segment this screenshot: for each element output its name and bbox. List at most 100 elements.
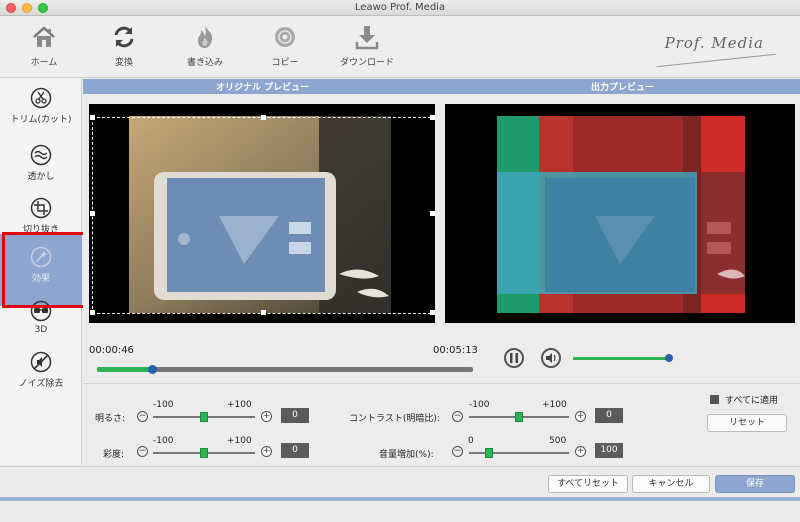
brand-logo: Prof. Media [664, 34, 764, 52]
crop-handle-bottom[interactable] [261, 310, 266, 315]
pause-icon [510, 353, 518, 363]
saturation-increase-button[interactable]: + [261, 446, 272, 457]
reset-button[interactable]: リセット [707, 414, 787, 432]
brightness-label: 明るさ: [95, 414, 126, 424]
brightness-max-label: +100 [227, 400, 252, 410]
effect-highlight-box [2, 232, 92, 308]
speaker-icon [546, 353, 556, 363]
sidebar-item-watermark[interactable]: 透かし [0, 136, 82, 196]
saturation-max-label: +100 [227, 436, 252, 446]
toolbar-burn-label: 書き込み [186, 58, 223, 68]
sidebar-item-noise-removal[interactable]: ノイズ除去 [0, 343, 82, 403]
crop-frame[interactable] [92, 117, 435, 314]
progress-knob[interactable] [147, 365, 157, 374]
brightness-increase-button[interactable]: + [261, 411, 272, 422]
brightness-slider[interactable] [153, 412, 255, 422]
output-video-frame [497, 116, 745, 313]
disc-copy-icon [275, 27, 295, 47]
contrast-max-label: +100 [542, 400, 567, 410]
saturation-label: 彩度: [103, 450, 125, 460]
contrast-slider[interactable] [469, 412, 569, 422]
volume-boost-increase-button[interactable]: + [575, 446, 586, 457]
effect-controls: 明るさ: -100 +100 − + 0 彩度: -100 +100 − + 0… [83, 385, 800, 465]
title-bar: Leawo Prof. Media [0, 0, 800, 16]
crop-handle-left[interactable] [90, 211, 95, 216]
total-time: 00:05:13 [433, 345, 478, 356]
crop-handle-bottom-left[interactable] [90, 310, 95, 315]
preview-header: オリジナル プレビュー 出力プレビュー [83, 79, 800, 94]
playback-bar: 00:00:46 00:05:13 [83, 334, 800, 384]
sidebar-label-watermark: 透かし [27, 172, 55, 182]
contrast-value[interactable]: 0 [595, 408, 623, 423]
volume-boost-value[interactable]: 100 [595, 443, 623, 458]
contrast-min-label: -100 [469, 400, 490, 410]
brightness-value[interactable]: 0 [281, 408, 309, 423]
sidebar-label-noise-removal: ノイズ除去 [18, 379, 64, 389]
noise-removal-icon [30, 351, 52, 373]
toolbar-convert-button[interactable]: 変換 [92, 24, 156, 68]
original-preview-pane [89, 104, 435, 323]
sidebar-item-trim[interactable]: トリム(カット) [0, 79, 82, 139]
volume-boost-decrease-button[interactable]: − [452, 446, 463, 457]
progress-track[interactable] [97, 365, 473, 374]
reset-all-button[interactable]: すべてリセット [548, 475, 628, 493]
volume-boost-knob[interactable] [485, 448, 493, 458]
brightness-decrease-button[interactable]: − [137, 411, 148, 422]
brand-underline [656, 53, 776, 68]
volume-button[interactable] [541, 348, 561, 368]
original-preview-label: オリジナル プレビュー [216, 83, 310, 93]
crop-icon [30, 197, 52, 219]
toolbar-burn-button[interactable]: 書き込み [173, 24, 237, 68]
contrast-knob[interactable] [515, 412, 523, 422]
progress-fill [97, 367, 152, 372]
saturation-min-label: -100 [153, 436, 174, 446]
toolbar-home-label: ホーム [30, 58, 58, 68]
saturation-slider[interactable] [153, 448, 255, 458]
contrast-label: コントラスト(明暗比): [349, 414, 440, 424]
crop-handle-top-right[interactable] [430, 115, 435, 120]
saturation-knob[interactable] [200, 448, 208, 458]
crop-handle-bottom-right[interactable] [430, 310, 435, 315]
scissors-icon [30, 87, 52, 109]
saturation-value[interactable]: 0 [281, 443, 309, 458]
toolbar-download-button[interactable]: ダウンロード [335, 24, 399, 68]
footer-bar: すべてリセット キャンセル 保存 [0, 466, 800, 522]
main-toolbar: ホーム 変換 書き込み コピー ダウンロード Prof. Media [0, 16, 800, 78]
volume-knob[interactable] [665, 354, 673, 362]
sidebar-label-trim: トリム(カット) [10, 115, 72, 125]
contrast-increase-button[interactable]: + [575, 411, 586, 422]
preview-area [83, 94, 800, 334]
brightness-min-label: -100 [153, 400, 174, 410]
save-button[interactable]: 保存 [715, 475, 795, 493]
current-time: 00:00:46 [89, 345, 134, 356]
toolbar-copy-label: コピー [271, 58, 299, 68]
footer-accent-band [0, 497, 800, 501]
toolbar-home-button[interactable]: ホーム [12, 24, 76, 68]
contrast-decrease-button[interactable]: − [452, 411, 463, 422]
output-preview-label: 出力プレビュー [591, 83, 655, 93]
crop-handle-top[interactable] [261, 115, 266, 120]
convert-icon [114, 26, 134, 48]
crop-handle-top-left[interactable] [90, 115, 95, 120]
sidebar-label-3d: 3D [34, 325, 48, 335]
crop-handle-right[interactable] [430, 211, 435, 216]
burn-icon [197, 26, 213, 48]
home-icon [33, 26, 55, 47]
volume-boost-slider[interactable] [469, 448, 569, 458]
window-title: Leawo Prof. Media [354, 2, 446, 13]
volume-slider[interactable] [573, 354, 673, 362]
apply-all-checkbox[interactable] [710, 395, 719, 404]
download-icon [355, 26, 379, 50]
apply-all-label: すべてに適用 [725, 396, 779, 406]
saturation-decrease-button[interactable]: − [137, 446, 148, 457]
toolbar-convert-label: 変換 [114, 58, 133, 68]
watermark-icon [30, 144, 52, 166]
toolbar-copy-button[interactable]: コピー [253, 24, 317, 68]
pause-button[interactable] [504, 348, 524, 368]
toolbar-download-label: ダウンロード [339, 58, 394, 68]
volume-boost-min-label: 0 [468, 436, 474, 446]
output-preview-pane [445, 104, 795, 323]
brightness-knob[interactable] [200, 412, 208, 422]
volume-boost-max-label: 500 [549, 436, 567, 446]
cancel-button[interactable]: キャンセル [632, 475, 710, 493]
